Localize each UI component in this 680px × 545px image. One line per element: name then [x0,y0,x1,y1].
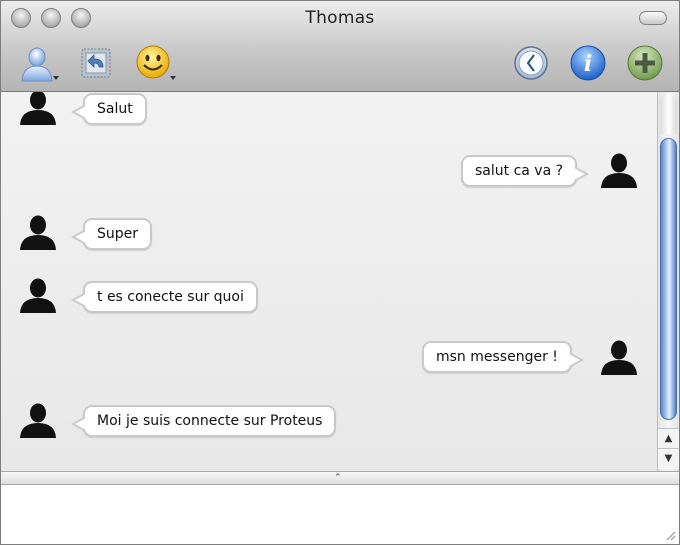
message-bubble: Super [70,218,153,250]
transcript-scrollbar[interactable]: ▲ ▼ [657,92,679,471]
plus-icon [627,45,663,81]
resize-grip-icon[interactable] [664,529,676,541]
person-silhouette-icon [20,278,56,313]
scroll-track [660,94,677,134]
toolbar-toggle-button[interactable] [639,11,667,25]
message-transcript: Salut salut ca va ? Super t es conecte s… [1,92,657,471]
svg-text:i: i [584,51,592,77]
buddy-button[interactable] [19,44,61,84]
user-avatar [599,151,639,191]
back-arrow-icon [81,48,111,78]
message-bubble: msn messenger ! [422,341,584,373]
info-button[interactable]: i [569,44,607,82]
person-icon [21,47,59,82]
person-silhouette-icon [601,153,637,188]
message-bubble: t es conecte sur quoi [71,281,258,313]
window-title: Thomas [305,8,375,28]
splitter-grip-icon: ⌃ [334,473,342,483]
contact-avatar [18,213,58,253]
person-silhouette-icon [20,92,56,125]
person-silhouette-icon [601,340,637,375]
person-silhouette-icon [20,403,56,438]
message-bubble: Salut [71,93,147,125]
contact-avatar [18,276,58,316]
add-button[interactable] [626,44,664,82]
smiley-button[interactable] [135,44,179,84]
user-avatar [599,338,639,378]
scroll-thumb[interactable] [660,138,677,420]
pane-splitter[interactable]: ⌃ [1,471,679,485]
chat-window: Thomas i Salut salut ca va ? Super t es … [0,0,680,545]
message-input[interactable] [1,485,679,544]
scroll-up-button[interactable]: ▲ [658,428,679,449]
smiley-icon [136,45,176,80]
contact-avatar [18,401,58,441]
clock-icon [514,46,548,80]
info-icon: i [570,45,606,81]
person-silhouette-icon [20,215,56,250]
message-bubble: salut ca va ? [461,155,590,187]
history-button[interactable] [79,46,113,80]
clock-button[interactable] [513,45,549,81]
message-bubble: Moi je suis connecte sur Proteus [70,405,337,437]
contact-avatar [18,92,58,128]
scroll-down-button[interactable]: ▼ [658,448,679,469]
title-toolbar: Thomas i [1,1,679,92]
